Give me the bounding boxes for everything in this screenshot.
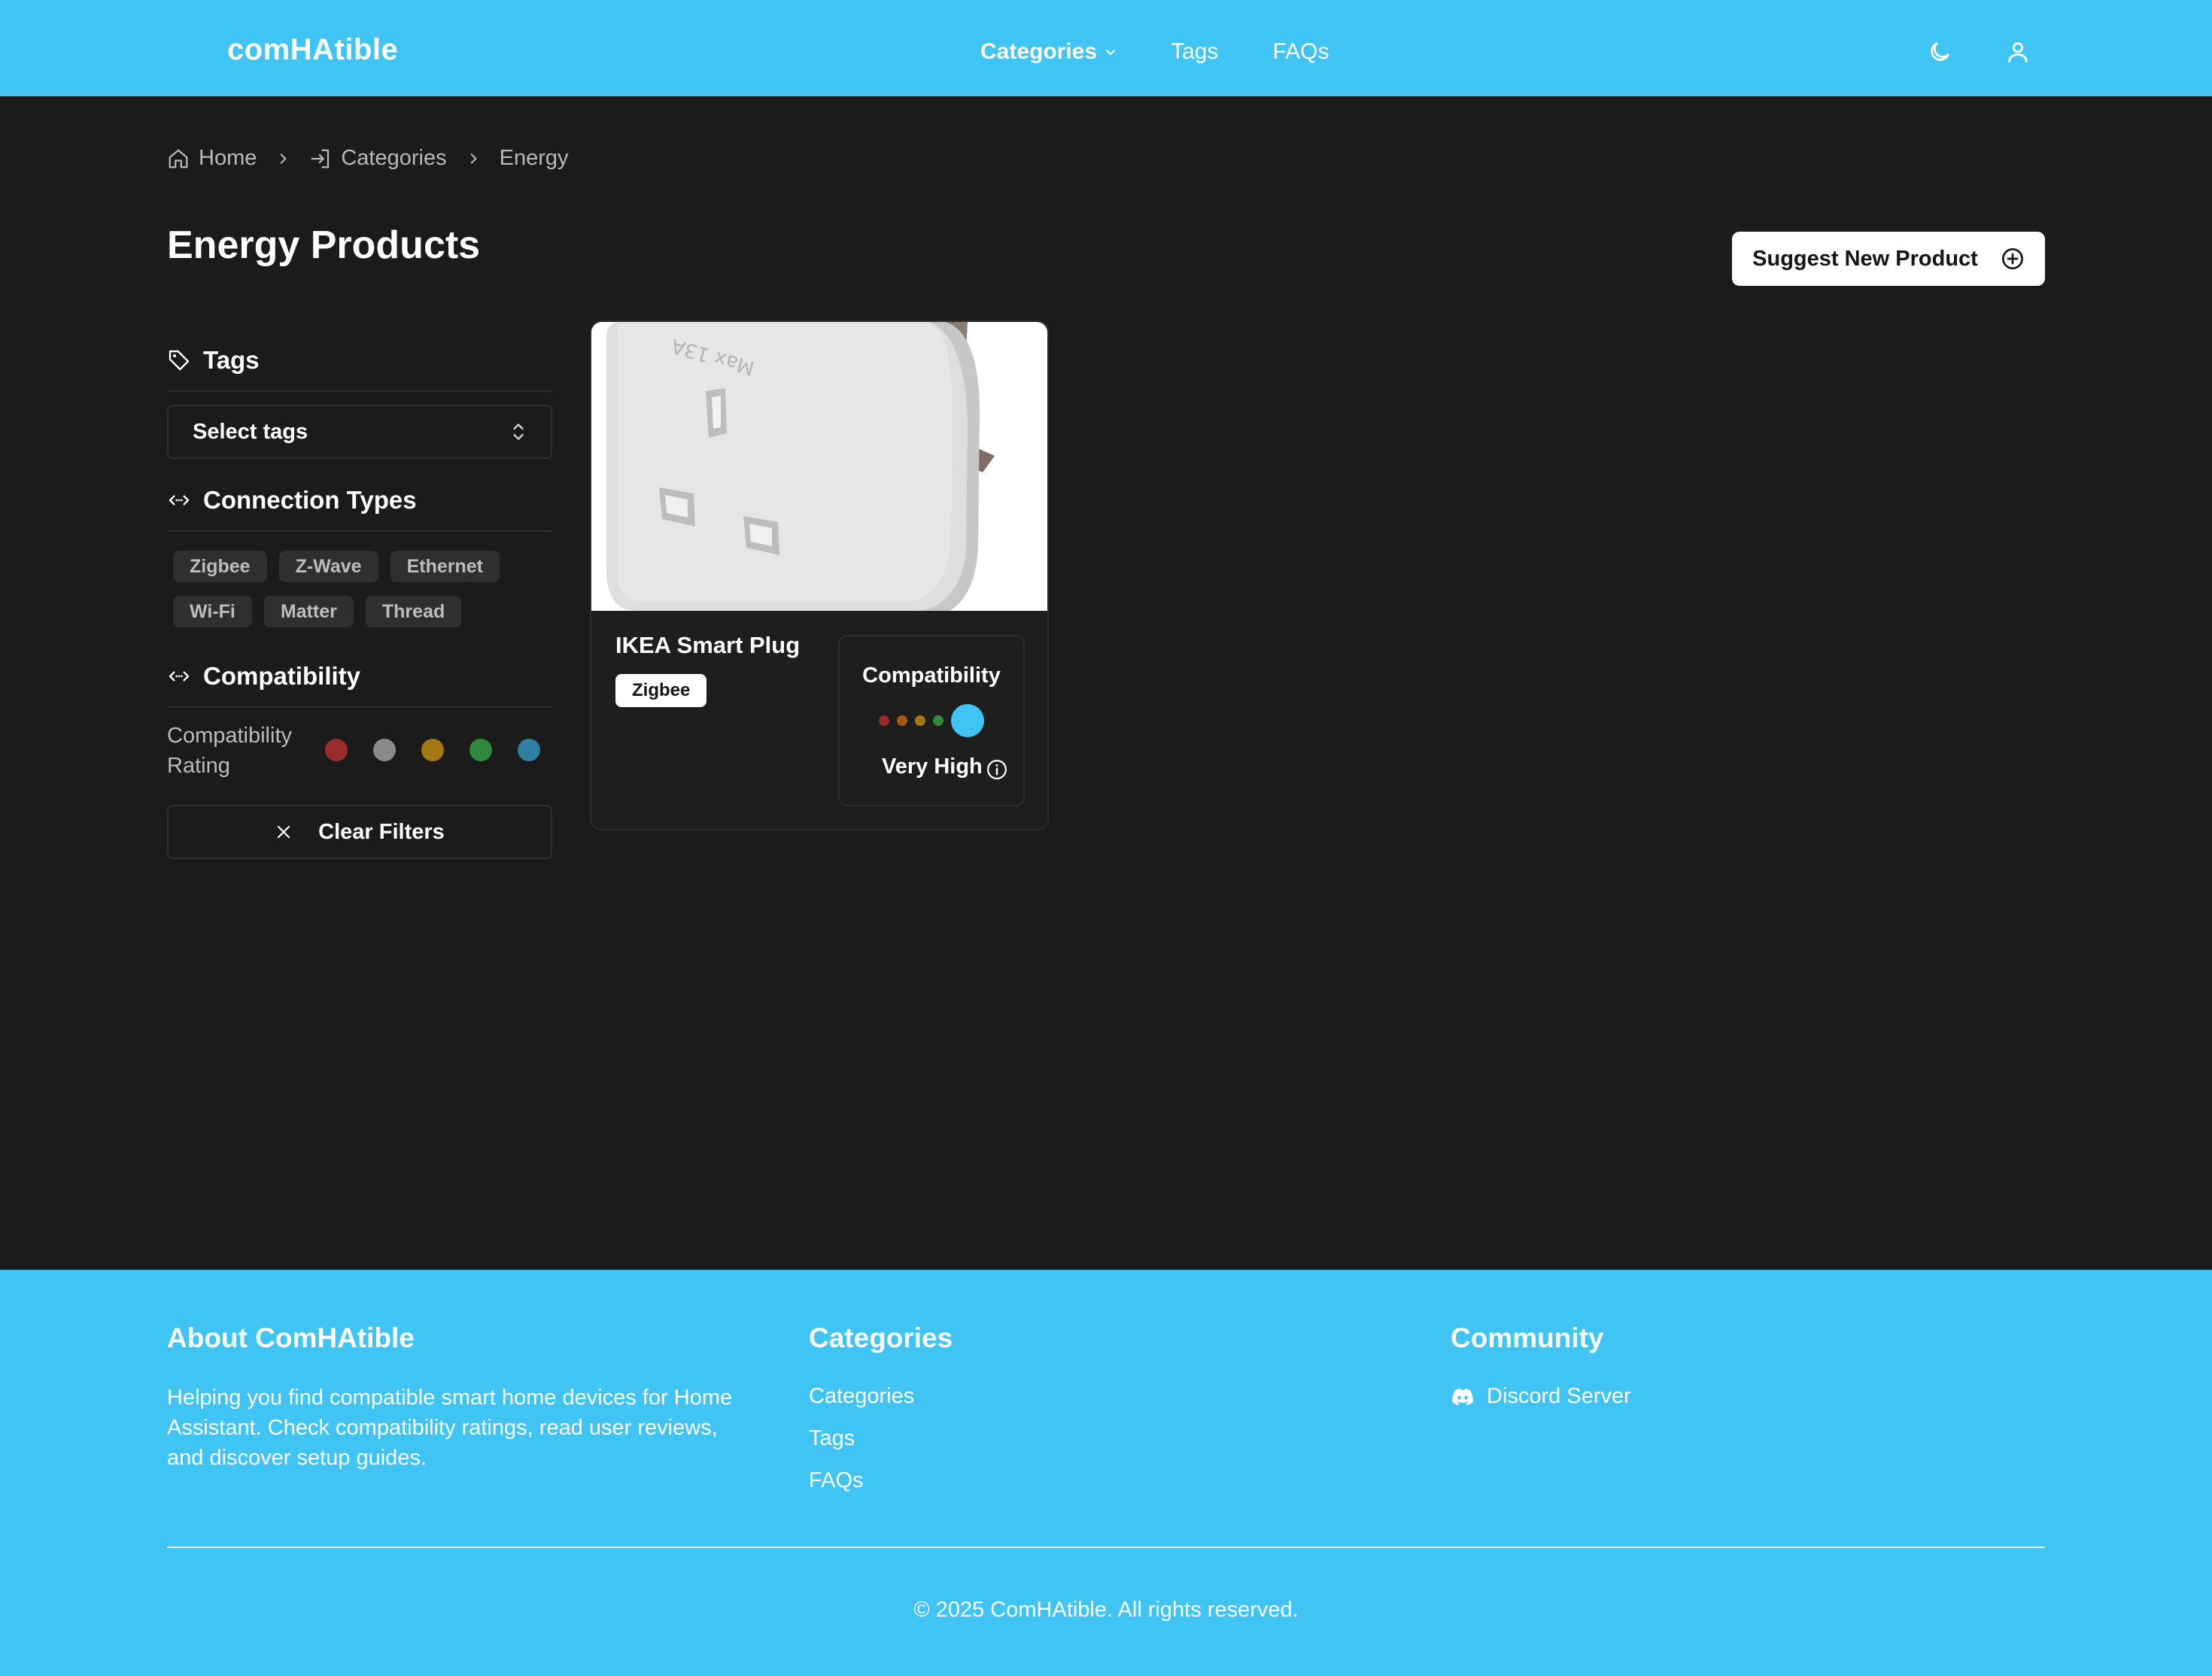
chip-z-wave[interactable]: Z-Wave [278,551,378,582]
footer-divider [167,1547,2045,1548]
copyright-text: © 2025 ComHAtible. All rights reserved. [913,1598,1299,1622]
compat-dot-5-active [951,704,984,737]
compatibility-heading: Compatibility [167,662,360,691]
compat-dot-1 [879,715,889,726]
chip-wi-fi[interactable]: Wi-Fi [173,596,252,627]
rating-label-line2: Rating [167,754,230,778]
footer-link-categories[interactable]: Categories [809,1384,914,1409]
tags-heading: Tags [167,346,260,375]
breadcrumb-home-label: Home [199,146,257,170]
nav-faqs[interactable]: FAQs [1272,39,1329,65]
rating-label-line1: Compatibility [167,724,292,748]
rating-dot-5[interactable] [518,739,540,761]
user-icon[interactable] [2005,39,2031,65]
product-image: Max 13A [591,322,1047,611]
rating-dot-3[interactable] [421,739,444,761]
discord-label: Discord Server [1487,1384,1631,1408]
tags-select[interactable]: Select tags [167,405,552,459]
footer-discord-link[interactable]: Discord Server [1451,1384,1631,1409]
site-logo[interactable]: comHAtible [227,33,398,67]
breadcrumb: Home Categories Energy [167,146,569,171]
compatibility-level: Very High [882,752,1008,781]
compatibility-title: Compatibility [862,663,1001,688]
chevron-down-icon [1106,50,1116,55]
chevron-right-icon [466,152,480,165]
rating-filter-dots [325,739,566,761]
compat-dot-2 [897,715,907,726]
nav-tags[interactable]: Tags [1171,39,1218,65]
code-arrows-icon [169,671,190,682]
product-connection-badge: Zigbee [615,674,707,707]
chip-thread[interactable]: Thread [365,596,462,627]
connection-types-label: Connection Types [203,486,417,514]
chevron-up-down-icon [513,424,524,440]
chip-matter[interactable]: Matter [263,596,354,627]
clear-filters-button[interactable]: Clear Filters [167,805,552,859]
nav-categories-label: Categories [980,39,1098,64]
suggest-new-product-button[interactable]: Suggest New Product [1732,232,2045,286]
nav-categories[interactable]: Categories [980,39,1117,65]
discord-icon [1452,1388,1473,1405]
footer-community-heading: Community [1451,1322,1604,1353]
moon-icon[interactable] [1927,39,1952,65]
compatibility-rating-label: Compatibility Rating [167,721,292,781]
chip-zigbee[interactable]: Zigbee [173,551,267,582]
divider [167,530,552,532]
breadcrumb-categories-label: Categories [341,146,447,170]
connection-types-heading: Connection Types [167,486,417,515]
divider [167,706,552,708]
tag-icon [169,350,190,371]
close-icon [278,825,290,839]
compatibility-level-label: Very High [882,754,983,779]
breadcrumb-categories[interactable]: Categories [309,146,447,171]
rating-dot-4[interactable] [469,739,492,761]
breadcrumb-current: Energy [499,146,569,170]
info-icon[interactable] [986,758,1008,781]
rating-dot-2[interactable] [373,739,396,761]
compat-dot-3 [915,715,925,726]
footer-about-heading: About ComHAtible [167,1322,415,1353]
divider [167,390,552,392]
page-title: Energy Products [167,223,481,267]
footer-link-faqs[interactable]: FAQs [809,1468,864,1493]
code-arrows-icon [169,495,190,506]
connection-type-chips: Zigbee Z-Wave Ethernet Wi-Fi Matter Thre… [173,551,549,641]
tags-select-placeholder: Select tags [193,419,308,444]
login-arrow-icon [311,149,330,168]
chip-row: Wi-Fi Matter Thread [173,596,549,627]
chip-ethernet[interactable]: Ethernet [390,551,500,582]
footer-link-tags[interactable]: Tags [809,1426,855,1451]
product-name: IKEA Smart Plug [615,632,801,658]
footer-about-text: Helping you find compatible smart home d… [167,1386,733,1470]
home-icon [169,149,188,168]
footer-categories-heading: Categories [809,1322,953,1353]
rating-dot-1[interactable] [325,739,348,761]
compatibility-heading-label: Compatibility [203,662,361,690]
plus-circle-icon [2001,248,2023,269]
chevron-right-icon [276,152,290,165]
breadcrumb-home[interactable]: Home [167,146,257,171]
top-navbar: comHAtible Categories Tags FAQs [0,0,2212,96]
main-nav: Categories Tags FAQs [980,39,1329,65]
compat-dot-4 [933,715,943,726]
product-card[interactable]: Max 13A IKEA Smart Plug Zigbee Compatibi… [590,320,1049,830]
tags-heading-label: Tags [203,346,260,374]
compatibility-panel: Compatibility Very High [838,635,1025,806]
suggest-button-label: Suggest New Product [1752,246,1978,271]
footer: About ComHAtible Helping you find compat… [0,1270,2212,1676]
clear-filters-label: Clear Filters [318,819,445,844]
chip-row: Zigbee Z-Wave Ethernet [173,551,549,582]
compatibility-rating-dots [879,704,984,737]
